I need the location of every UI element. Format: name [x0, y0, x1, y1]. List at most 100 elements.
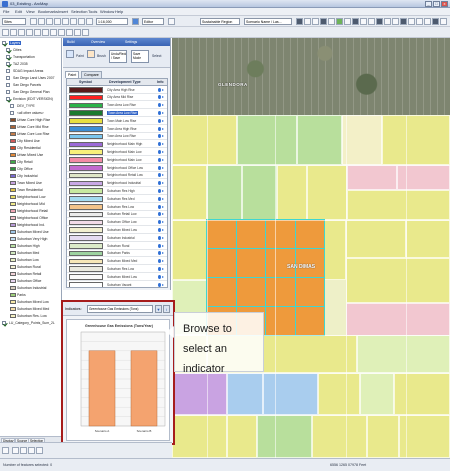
panel-tab-settings[interactable]: Settings — [125, 40, 137, 44]
parcel[interactable] — [342, 115, 382, 165]
dev-type-swatch[interactable] — [69, 141, 103, 148]
layer-checkbox[interactable] — [6, 62, 10, 66]
legend-item[interactable]: Suburban Rural — [0, 264, 61, 271]
parcel[interactable] — [318, 373, 360, 415]
painted-parcel[interactable] — [206, 219, 237, 249]
menu-help[interactable]: Help — [115, 9, 123, 14]
table-row[interactable]: Neighborhood Retail Low — [67, 172, 167, 180]
info-arrow-icon[interactable] — [158, 282, 165, 287]
painted-parcel[interactable] — [294, 306, 325, 336]
dev-type-swatch[interactable] — [69, 266, 103, 272]
painted-parcel[interactable] — [294, 219, 325, 249]
tool-o-icon[interactable] — [408, 18, 415, 25]
info-arrow-icon[interactable] — [158, 259, 165, 264]
parcel[interactable] — [237, 115, 297, 165]
info-arrow-icon[interactable] — [158, 126, 165, 131]
table-row[interactable]: Neighborhood Main Low — [67, 156, 167, 164]
menu-file[interactable]: File — [3, 9, 9, 14]
info-arrow-icon[interactable] — [158, 110, 165, 115]
info-arrow-icon[interactable] — [158, 157, 165, 162]
info-arrow-icon[interactable] — [158, 103, 165, 108]
dev-type-swatch[interactable] — [69, 188, 103, 194]
tool-l-icon[interactable] — [384, 18, 391, 25]
layer-checkbox[interactable] — [6, 48, 10, 52]
legend-item[interactable]: City Office — [0, 166, 61, 173]
tool-e-icon[interactable] — [328, 18, 335, 25]
table-row[interactable]: Suburban Mixed Low — [67, 273, 167, 281]
brush-icon[interactable] — [87, 50, 95, 58]
pointer-icon[interactable] — [12, 447, 19, 454]
menu-view[interactable]: View — [26, 9, 35, 14]
dev-type-swatch[interactable] — [69, 243, 103, 249]
paste-icon[interactable] — [78, 18, 85, 25]
table-row[interactable]: Town Area Low Rise — [67, 133, 167, 141]
parcel[interactable] — [307, 165, 347, 220]
dev-type-swatch[interactable] — [69, 110, 103, 116]
tool-s-icon[interactable] — [440, 18, 447, 25]
undo-icon[interactable] — [86, 18, 93, 25]
parcel[interactable] — [172, 220, 207, 280]
painted-parcel[interactable] — [206, 277, 237, 307]
info-arrow-icon[interactable] — [158, 173, 165, 178]
table-row[interactable]: Suburban Parks — [67, 250, 167, 258]
measure-icon[interactable] — [74, 29, 81, 36]
drawing-icon[interactable] — [2, 447, 9, 454]
dev-type-swatch[interactable] — [69, 157, 103, 163]
painted-parcel[interactable] — [206, 248, 237, 278]
legend-item[interactable]: Town Mixed Use — [0, 180, 61, 187]
toc-layer[interactable]: Transportation — [0, 54, 61, 61]
dev-type-swatch[interactable] — [69, 250, 103, 257]
full-extent-icon[interactable] — [26, 29, 33, 36]
dev-type-swatch[interactable] — [69, 126, 103, 132]
select-label[interactable]: Select — [152, 54, 161, 58]
editor-icon[interactable] — [132, 18, 139, 25]
legend-item[interactable]: Town Residential — [0, 187, 61, 194]
info-arrow-icon[interactable] — [158, 243, 165, 248]
legend-item[interactable]: Urban Core Low Rise — [0, 131, 61, 138]
table-row[interactable]: Suburban Res Med — [67, 195, 167, 203]
save-mode-box[interactable]: Save Mode — [131, 50, 149, 63]
legend-item[interactable]: Suburban Industrial — [0, 285, 61, 292]
layer-checkbox[interactable] — [6, 69, 10, 73]
layer-checkbox[interactable] — [6, 55, 10, 59]
save-icon[interactable] — [46, 18, 53, 25]
legend-item[interactable]: City Retail — [0, 159, 61, 166]
legend-item[interactable]: Suburban Retail — [0, 271, 61, 278]
tool-q-icon[interactable] — [424, 18, 431, 25]
legend-item[interactable]: Urban Core High Rise — [0, 117, 61, 124]
tool-p-icon[interactable] — [416, 18, 423, 25]
table-row[interactable]: Suburban Rural — [67, 242, 167, 250]
menu-edit[interactable]: Edit — [15, 9, 22, 14]
text-icon[interactable] — [36, 447, 43, 454]
painted-parcel[interactable] — [294, 248, 325, 278]
legend-item[interactable]: Suburban Mixed Low — [0, 299, 61, 306]
toc-layer[interactable]: SDAG Impact Areas — [0, 68, 61, 75]
table-row[interactable]: Town Area Low Rise — [67, 109, 167, 117]
info-arrow-icon[interactable] — [158, 188, 165, 193]
toc-layer[interactable]: DEV_TYPE — [0, 103, 61, 110]
layer-checkbox[interactable] — [6, 90, 10, 94]
close-button[interactable]: x — [441, 1, 448, 7]
table-row[interactable]: City Area Mid Rise — [67, 94, 167, 102]
layer-checkbox[interactable] — [2, 41, 6, 45]
painted-parcel[interactable] — [235, 277, 266, 307]
table-row[interactable]: Suburban Industrial — [67, 234, 167, 242]
parcel[interactable] — [360, 373, 394, 415]
info-arrow-icon[interactable] — [158, 95, 165, 100]
info-arrow-icon[interactable] — [158, 204, 165, 209]
table-row[interactable]: Neighborhood Main High — [67, 141, 167, 149]
menu-selection[interactable]: Selection — [71, 9, 87, 14]
menu-insert[interactable]: Insert — [58, 9, 68, 14]
legend-item[interactable]: Urban Core Mid Rise — [0, 124, 61, 131]
rotate-icon[interactable] — [20, 447, 27, 454]
editor-dropdown[interactable]: Editor — [142, 18, 164, 25]
legend-item[interactable]: Neighborhood Mid — [0, 201, 61, 208]
tab-compare[interactable]: Compare — [81, 71, 102, 78]
painted-parcel[interactable] — [265, 306, 296, 336]
table-row[interactable]: Suburban Office Low — [67, 219, 167, 227]
toc-layer[interactable]: <all other values> — [0, 110, 61, 117]
dev-type-swatch[interactable] — [69, 274, 103, 280]
sketch-icon[interactable] — [168, 18, 175, 25]
new-icon[interactable] — [30, 18, 37, 25]
parcel[interactable] — [394, 373, 450, 415]
